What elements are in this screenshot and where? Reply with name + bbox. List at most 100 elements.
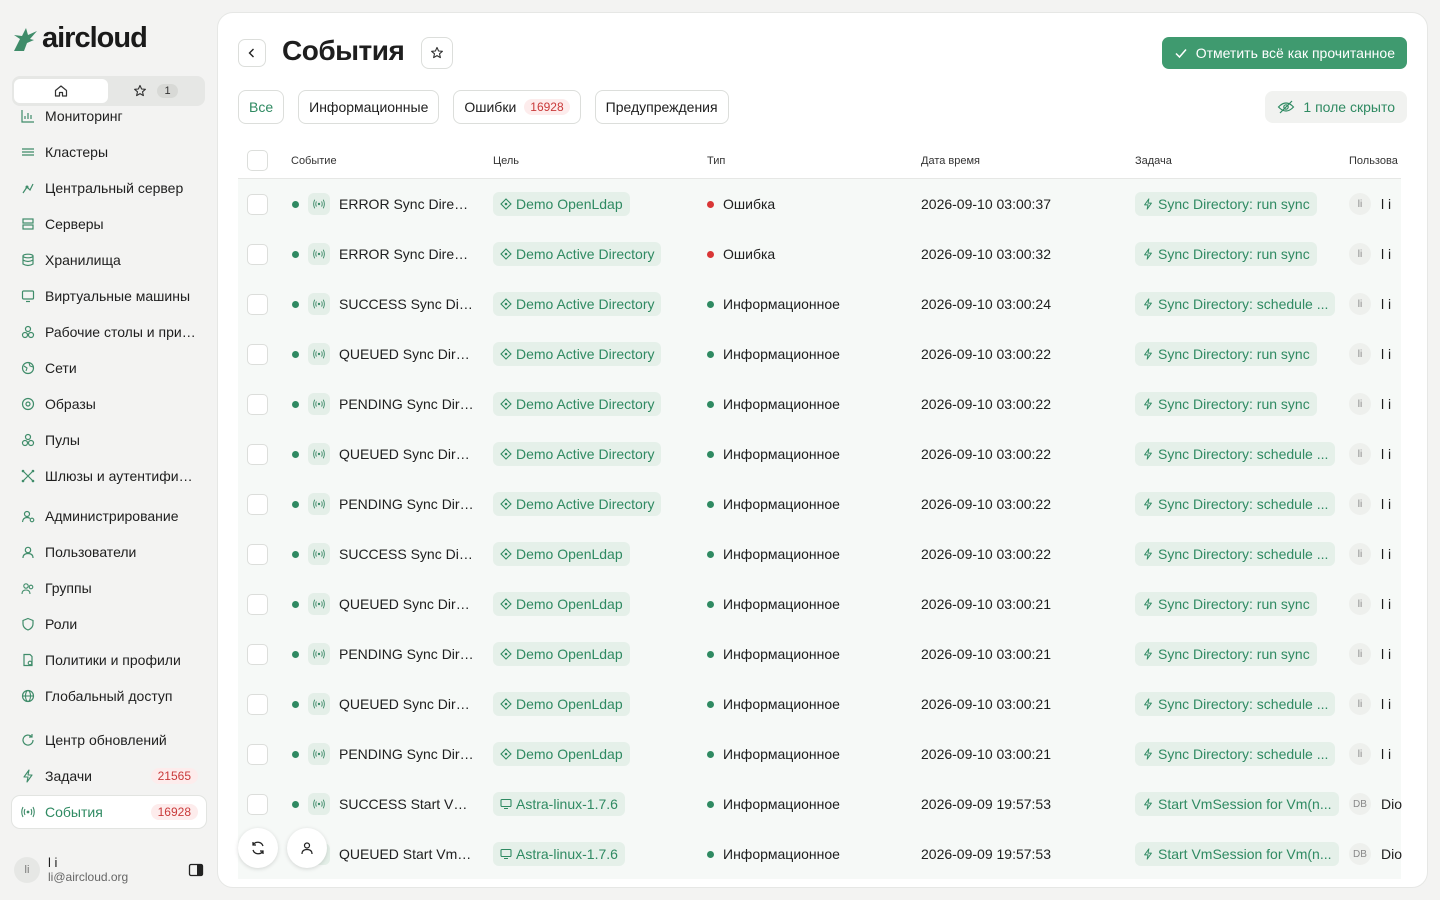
table-row[interactable]: PENDING Sync Directory: run sync Demo Ac… xyxy=(238,379,1401,429)
row-checkbox[interactable] xyxy=(247,643,268,665)
target-chip[interactable]: Astra-linux-1.7.6 xyxy=(493,842,625,866)
row-checkbox[interactable] xyxy=(247,243,268,265)
tab-info[interactable]: Информационные xyxy=(298,90,440,124)
sidebar-item-desktops-apps[interactable]: Рабочие столы и прил... xyxy=(12,316,206,348)
target-chip[interactable]: Demo OpenLdap xyxy=(493,592,630,616)
row-checkbox[interactable] xyxy=(247,443,268,465)
target-chip[interactable]: Demo OpenLdap xyxy=(493,642,630,666)
row-checkbox[interactable] xyxy=(247,193,268,215)
table-row[interactable]: SUCCESS Sync Directory: schedule Demo Op… xyxy=(238,529,1401,579)
task-chip[interactable]: Start VmSession for Vm(n... xyxy=(1135,792,1339,816)
task-chip[interactable]: Sync Directory: run sync xyxy=(1135,192,1317,216)
favorite-button[interactable] xyxy=(421,37,453,69)
favorites-button[interactable]: 1 xyxy=(108,84,203,98)
target-chip[interactable]: Demo Active Directory xyxy=(493,342,662,366)
sidebar-item-global-access[interactable]: Глобальный доступ xyxy=(12,680,206,712)
logo[interactable]: aircloud xyxy=(10,22,148,55)
unread-dot xyxy=(292,650,299,658)
sidebar-item-vms[interactable]: Виртуальные машины xyxy=(12,280,206,312)
task-chip[interactable]: Sync Directory: schedule ... xyxy=(1135,492,1336,516)
row-checkbox[interactable] xyxy=(247,543,268,565)
hidden-fields-button[interactable]: 1 поле скрыто xyxy=(1265,91,1407,123)
user-filter-button[interactable] xyxy=(287,828,327,868)
row-checkbox[interactable] xyxy=(247,743,268,765)
target-chip[interactable]: Demo Active Directory xyxy=(493,242,662,266)
row-checkbox[interactable] xyxy=(247,593,268,615)
row-checkbox[interactable] xyxy=(247,793,268,815)
tab-warnings[interactable]: Предупреждения xyxy=(594,90,729,124)
table-row[interactable]: QUEUED Sync Directory: schedule Demo Ope… xyxy=(238,679,1401,729)
sidebar-item-policies[interactable]: Политики и профили xyxy=(12,644,206,676)
table-row[interactable]: PENDING Sync Directory: run sync Demo Op… xyxy=(238,629,1401,679)
sidebar-item-central-server[interactable]: Центральный сервер xyxy=(12,172,206,204)
task-chip[interactable]: Sync Directory: schedule ... xyxy=(1135,442,1336,466)
sidebar-item-label: Виртуальные машины xyxy=(45,288,191,304)
table-row[interactable]: PENDING Sync Directory: schedule Demo Ac… xyxy=(238,479,1401,529)
sidebar-item-update-center[interactable]: Центр обновлений xyxy=(12,724,206,756)
task-chip[interactable]: Sync Directory: run sync xyxy=(1135,242,1317,266)
target-chip[interactable]: Demo Active Directory xyxy=(493,292,662,316)
target-chip[interactable]: Astra-linux-1.7.6 xyxy=(493,792,625,816)
column-header-task[interactable]: Задача xyxy=(1135,143,1172,178)
sidebar-item-admin[interactable]: Администрирование xyxy=(12,500,206,532)
table-row[interactable]: ERROR Sync Directory: run sync Demo Open… xyxy=(238,179,1401,229)
sidebar-item-gateways[interactable]: Шлюзы и аутентифика... xyxy=(12,460,206,492)
column-header-datetime[interactable]: Дата время xyxy=(921,143,980,178)
user-avatar: li xyxy=(1349,593,1371,615)
sidebar-item-servers[interactable]: Серверы xyxy=(12,208,206,240)
target-chip[interactable]: Demo Active Directory xyxy=(493,392,662,416)
task-chip[interactable]: Sync Directory: schedule ... xyxy=(1135,542,1336,566)
column-header-user[interactable]: Пользова xyxy=(1349,143,1398,178)
task-chip[interactable]: Start VmSession for Vm(n... xyxy=(1135,842,1339,866)
sidebar-item-networks[interactable]: Сети xyxy=(12,352,206,384)
target-chip[interactable]: Demo OpenLdap xyxy=(493,542,630,566)
back-button[interactable] xyxy=(238,39,266,67)
task-chip[interactable]: Sync Directory: run sync xyxy=(1135,392,1317,416)
task-chip[interactable]: Sync Directory: schedule ... xyxy=(1135,692,1336,716)
tab-all[interactable]: Все xyxy=(238,90,285,124)
refresh-button[interactable] xyxy=(238,828,278,868)
sidebar-item-clusters[interactable]: Кластеры xyxy=(12,136,206,168)
target-label: Demo Active Directory xyxy=(516,396,655,412)
column-header-type[interactable]: Тип xyxy=(707,143,725,178)
target-chip[interactable]: Demo OpenLdap xyxy=(493,742,630,766)
target-chip[interactable]: Demo OpenLdap xyxy=(493,692,630,716)
mark-all-read-button[interactable]: Отметить всё как прочитанное xyxy=(1161,37,1407,69)
sidebar-item-groups[interactable]: Группы xyxy=(12,572,206,604)
table-row[interactable]: QUEUED Sync Directory: run sync Demo Ope… xyxy=(238,579,1401,629)
row-checkbox[interactable] xyxy=(247,293,268,315)
row-checkbox[interactable] xyxy=(247,343,268,365)
tab-errors[interactable]: Ошибки 16928 xyxy=(453,90,581,124)
target-chip[interactable]: Demo Active Directory xyxy=(493,492,662,516)
sidebar-item-users[interactable]: Пользователи xyxy=(12,536,206,568)
row-checkbox[interactable] xyxy=(247,493,268,515)
sidebar-item-tasks[interactable]: Задачи 21565 xyxy=(12,760,206,792)
table-row[interactable]: QUEUED Sync Directory: schedule Demo Act… xyxy=(238,429,1401,479)
task-chip[interactable]: Sync Directory: schedule ... xyxy=(1135,292,1336,316)
sidebar-toggle-icon[interactable] xyxy=(188,863,204,877)
column-header-target[interactable]: Цель xyxy=(493,143,519,178)
table-row[interactable]: QUEUED Sync Directory: run sync Demo Act… xyxy=(238,329,1401,379)
sidebar-item-monitoring[interactable]: Мониторинг xyxy=(12,100,206,132)
task-chip[interactable]: Sync Directory: run sync xyxy=(1135,592,1317,616)
table-row[interactable]: SUCCESS Sync Directory: schedule Demo Ac… xyxy=(238,279,1401,329)
sidebar-item-storage[interactable]: Хранилища xyxy=(12,244,206,276)
table-row[interactable]: QUEUED Start VmSession Astra-linux-1.7.6… xyxy=(238,829,1402,879)
row-checkbox[interactable] xyxy=(247,693,268,715)
user-profile[interactable]: li l i li@aircloud.org xyxy=(14,852,204,888)
sidebar-item-pools[interactable]: Пулы xyxy=(12,424,206,456)
table-row[interactable]: PENDING Sync Directory: schedule Demo Op… xyxy=(238,729,1401,779)
sidebar-item-events[interactable]: События 16928 xyxy=(12,796,206,828)
task-chip[interactable]: Sync Directory: run sync xyxy=(1135,342,1317,366)
sidebar-item-roles[interactable]: Роли xyxy=(12,608,206,640)
row-checkbox[interactable] xyxy=(247,393,268,415)
table-row[interactable]: SUCCESS Start VmSession Astra-linux-1.7.… xyxy=(238,779,1402,829)
target-chip[interactable]: Demo OpenLdap xyxy=(493,192,630,216)
select-all-checkbox[interactable] xyxy=(247,150,268,171)
target-chip[interactable]: Demo Active Directory xyxy=(493,442,662,466)
sidebar-item-images[interactable]: Образы xyxy=(12,388,206,420)
task-chip[interactable]: Sync Directory: schedule ... xyxy=(1135,742,1336,766)
column-header-event[interactable]: Событие xyxy=(291,143,337,178)
table-row[interactable]: ERROR Sync Directory: run sync Demo Acti… xyxy=(238,229,1401,279)
task-chip[interactable]: Sync Directory: run sync xyxy=(1135,642,1317,666)
